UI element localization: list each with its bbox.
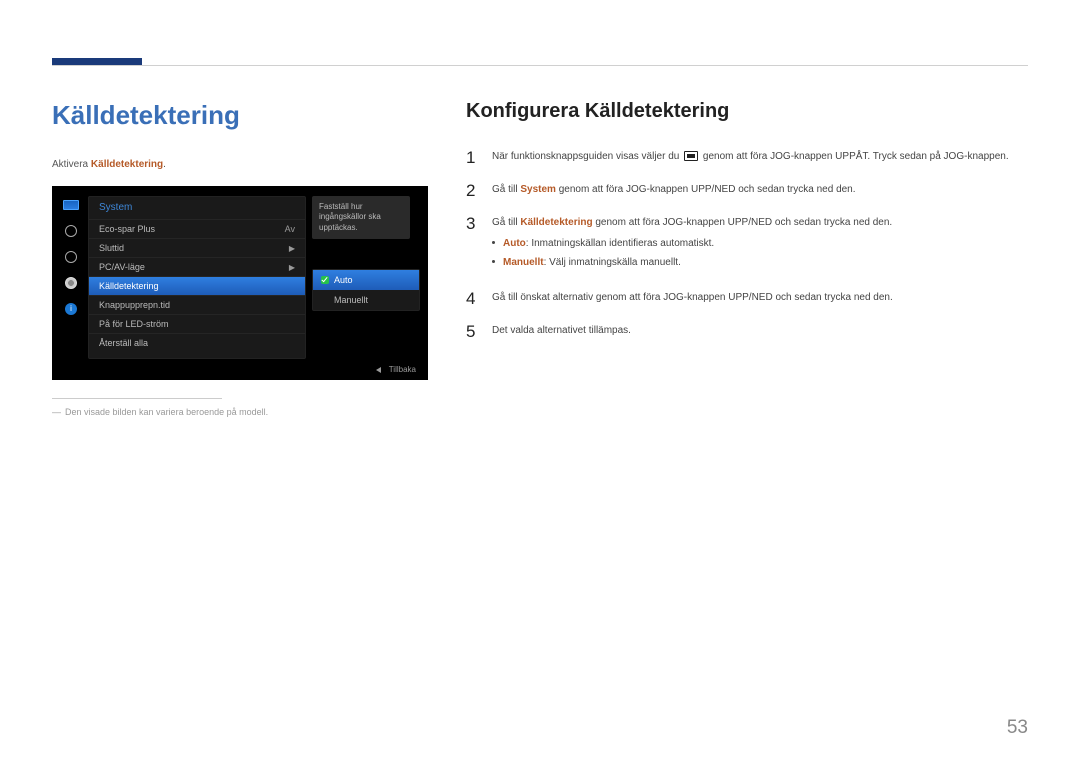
right-column: Konfigurera Källdetektering 1 När funkti…	[466, 100, 1028, 417]
osd-item-knapp: Knappupprepn.tid	[89, 295, 305, 314]
activate-prefix: Aktivera	[52, 159, 91, 170]
step-3: 3 Gå till Källdetektering genom att föra…	[466, 215, 1028, 274]
subitem-auto: Auto: Inmatningskällan identifieras auto…	[492, 236, 892, 251]
menu-icon	[684, 151, 698, 161]
info-icon: i	[62, 302, 80, 316]
osd-sub-manuellt: Manuellt	[313, 290, 419, 310]
step-body: När funktionsknappsguiden visas väljer d…	[492, 149, 1009, 164]
footnote-rule	[52, 398, 222, 399]
activate-suffix: .	[163, 159, 166, 170]
osd-item-sluttid: Sluttid▶	[89, 238, 305, 257]
step-number: 1	[466, 149, 478, 166]
footnote: ―Den visade bilden kan variera beroende …	[52, 407, 428, 417]
page-number: 53	[1007, 717, 1028, 739]
osd-tooltip: Fastställ hur ingångskällor ska upptäcka…	[312, 196, 410, 239]
osd-menu-list: Eco-spar PlusAv Sluttid▶ PC/AV-läge▶ Käl…	[89, 217, 305, 358]
osd-item-kalldetektering: Källdetektering	[89, 276, 305, 295]
osd-section-title: System	[89, 197, 305, 217]
osd-footer: Tillbaka	[52, 359, 428, 374]
osd-item-reset: Återställ alla	[89, 333, 305, 352]
osd-item-led: På för LED-ström	[89, 314, 305, 333]
left-column: Källdetektering Aktivera Källdetektering…	[52, 100, 428, 417]
steps-list: 1 När funktionsknappsguiden visas väljer…	[466, 149, 1028, 340]
osd-item-ecospar: Eco-spar PlusAv	[89, 219, 305, 238]
osd-back-label: Tillbaka	[389, 365, 416, 374]
osd-side-nav: i	[60, 196, 82, 359]
step-body: Gå till Källdetektering genom att föra J…	[492, 215, 892, 274]
osd-sub-auto: Auto	[313, 270, 419, 290]
gear-icon	[62, 276, 80, 290]
step-3-sublist: Auto: Inmatningskällan identifieras auto…	[492, 236, 892, 270]
step-number: 3	[466, 215, 478, 232]
header-tab-marker	[52, 58, 142, 65]
page-title: Källdetektering	[52, 100, 428, 131]
step-number: 2	[466, 182, 478, 199]
step-5: 5 Det valda alternativet tillämpas.	[466, 323, 1028, 340]
osd-item-pcav: PC/AV-läge▶	[89, 257, 305, 276]
header-rule	[52, 65, 1028, 66]
check-icon	[321, 276, 329, 284]
step-body: Gå till System genom att föra JOG-knappe…	[492, 182, 856, 197]
step-1: 1 När funktionsknappsguiden visas väljer…	[466, 149, 1028, 166]
osd-submenu: Auto Manuellt	[312, 269, 420, 311]
osd-screenshot: i System Eco-spar PlusAv Sluttid▶ PC/AV-…	[52, 186, 428, 380]
circle-icon	[62, 224, 80, 238]
picture-icon	[62, 198, 80, 212]
activate-text: Aktivera Källdetektering.	[52, 159, 428, 170]
activate-bold: Källdetektering	[91, 159, 163, 170]
back-arrow-icon	[376, 367, 381, 373]
osd-main-panel: System Eco-spar PlusAv Sluttid▶ PC/AV-lä…	[88, 196, 306, 359]
page-content: Källdetektering Aktivera Källdetektering…	[52, 100, 1028, 417]
step-body: Gå till önskat alternativ genom att föra…	[492, 290, 893, 305]
bullet-icon	[492, 260, 495, 263]
section-title: Konfigurera Källdetektering	[466, 100, 1028, 123]
step-number: 4	[466, 290, 478, 307]
step-number: 5	[466, 323, 478, 340]
step-body: Det valda alternativet tillämpas.	[492, 323, 631, 338]
subitem-manuellt: Manuellt: Välj inmatningskälla manuellt.	[492, 255, 892, 270]
step-4: 4 Gå till önskat alternativ genom att fö…	[466, 290, 1028, 307]
bullet-icon	[492, 241, 495, 244]
brightness-icon	[62, 250, 80, 264]
step-2: 2 Gå till System genom att föra JOG-knap…	[466, 182, 1028, 199]
